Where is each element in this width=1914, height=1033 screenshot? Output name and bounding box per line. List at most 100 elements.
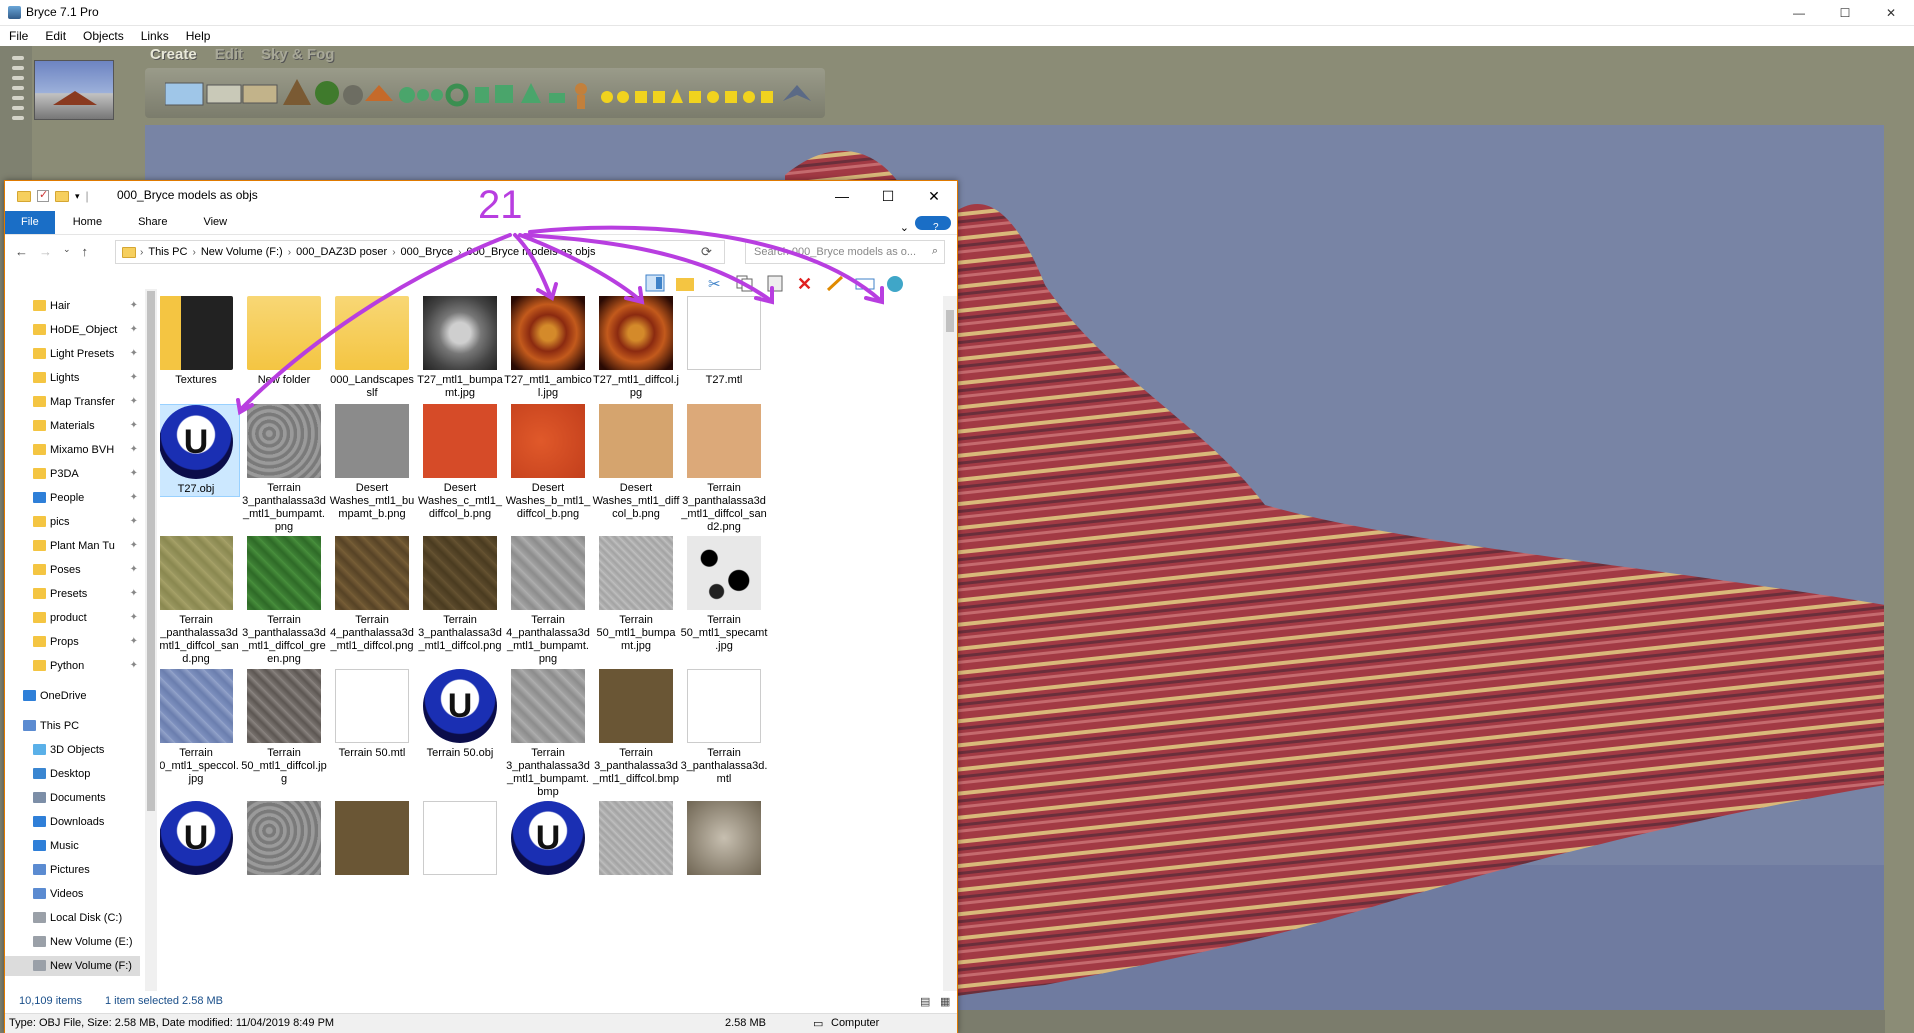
menu-help[interactable]: Help	[177, 26, 219, 46]
address-bar[interactable]: › This PC › New Volume (F:) › 000_DAZ3D …	[115, 240, 725, 264]
file-item[interactable]: U T27.obj	[160, 404, 240, 497]
nav-item-props[interactable]: Props ✦	[5, 632, 140, 652]
file-item[interactable]: Terrain 3_panthalassa3d_mtl1_diffcol.png	[416, 536, 504, 653]
nav-item-p3da[interactable]: P3DA ✦	[5, 464, 140, 484]
primitive-icons[interactable]	[165, 71, 815, 115]
nav-item-new-volume-e-[interactable]: New Volume (E:)	[5, 932, 140, 952]
tab-edit[interactable]: Edit	[215, 46, 243, 63]
file-item[interactable]: Textures	[160, 296, 240, 387]
file-item[interactable]: New folder	[240, 296, 328, 387]
file-item[interactable]	[328, 801, 416, 879]
file-item[interactable]: T27_mtl1_bumpamt.jpg	[416, 296, 504, 400]
nav-item-map-transfer[interactable]: Map Transfer ✦	[5, 392, 140, 412]
file-item[interactable]: Desert Washes_b_mtl1_diffcol_b.png	[504, 404, 592, 521]
nav-item-hode-object[interactable]: HoDE_Object ✦	[5, 320, 140, 340]
file-item[interactable]: U	[504, 801, 592, 879]
properties-icon[interactable]	[37, 188, 49, 202]
file-item[interactable]: 000_Landscapes slf	[328, 296, 416, 400]
nav-item-python[interactable]: Python ✦	[5, 656, 140, 676]
toolbar-grip[interactable]	[12, 96, 24, 100]
file-item[interactable]	[416, 801, 504, 879]
file-item[interactable]	[680, 801, 768, 879]
file-item[interactable]: Desert Washes_mtl1_bumpamt_b.png	[328, 404, 416, 521]
pin-icon[interactable]: ✦	[130, 536, 138, 556]
nav-item-people[interactable]: People ✦	[5, 488, 140, 508]
content-scrollbar[interactable]	[943, 296, 957, 1006]
explorer-maximize-button[interactable]: ☐	[865, 181, 911, 211]
pin-icon[interactable]: ✦	[130, 416, 138, 436]
minimize-button[interactable]: —	[1776, 0, 1822, 26]
file-item[interactable]: Terrain 50_mtl1_bumpamt.jpg	[592, 536, 680, 653]
nav-item-new-volume-f-[interactable]: New Volume (F:)	[5, 956, 140, 976]
nav-item-videos[interactable]: Videos	[5, 884, 140, 904]
paste-icon[interactable]	[765, 274, 785, 292]
menu-file[interactable]: File	[0, 26, 36, 46]
preview-pane-icon[interactable]	[645, 274, 665, 292]
nav-item-lights[interactable]: Lights ✦	[5, 368, 140, 388]
file-item[interactable]: Terrain 3_panthalassa3d_mtl1_diffcol_san…	[160, 536, 240, 666]
tab-create[interactable]: Create	[150, 46, 197, 63]
chevron-down-icon[interactable]: ▾	[75, 191, 80, 202]
toolbar-grip[interactable]	[12, 106, 24, 110]
nav-scrollbar[interactable]	[145, 289, 157, 1009]
nav-item-mixamo-bvh[interactable]: Mixamo BVH ✦	[5, 440, 140, 460]
nav-item-product[interactable]: product ✦	[5, 608, 140, 628]
pin-icon[interactable]: ✦	[130, 344, 138, 364]
toolbar-grip[interactable]	[12, 56, 24, 60]
tab-sky-fog[interactable]: Sky & Fog	[261, 46, 334, 63]
pin-icon[interactable]: ✦	[130, 464, 138, 484]
file-item[interactable]: U Terrain 50.obj	[416, 669, 504, 760]
file-item[interactable]: U	[160, 801, 240, 879]
menu-links[interactable]: Links	[132, 26, 177, 46]
maximize-button[interactable]: ☐	[1822, 0, 1868, 26]
menu-edit[interactable]: Edit	[36, 26, 74, 46]
pin-icon[interactable]: ✦	[130, 512, 138, 532]
forward-arrow-icon[interactable]: →	[39, 244, 52, 259]
file-item[interactable]: Terrain 3_panthalassa3d_mtl1_diffcol_gre…	[240, 536, 328, 666]
pin-icon[interactable]: ✦	[130, 584, 138, 604]
ribbon-tab-view[interactable]: View	[185, 211, 245, 234]
file-item[interactable]: T27_mtl1_diffcol.jpg	[592, 296, 680, 400]
new-folder-icon[interactable]	[675, 274, 695, 292]
file-item[interactable]: Terrain 50.mtl	[328, 669, 416, 760]
file-item[interactable]	[240, 801, 328, 879]
details-view-icon[interactable]: ▤	[920, 995, 930, 1008]
pin-icon[interactable]: ✦	[130, 440, 138, 460]
nav-item-documents[interactable]: Documents	[5, 788, 140, 808]
pin-icon[interactable]: ✦	[130, 368, 138, 388]
copy-icon[interactable]	[735, 274, 755, 292]
large-icons-view-icon[interactable]: ▦	[940, 995, 950, 1008]
pin-icon[interactable]: ✦	[130, 320, 138, 340]
nav-item-poses[interactable]: Poses ✦	[5, 560, 140, 580]
ribbon-tab-home[interactable]: Home	[55, 211, 120, 234]
file-item[interactable]: Terrain 50_mtl1_specamt.jpg	[680, 536, 768, 653]
search-input[interactable]: Search 000_Bryce models as o... ⌕	[745, 240, 945, 264]
toolbar-grip[interactable]	[12, 116, 24, 120]
close-button[interactable]: ✕	[1868, 0, 1914, 26]
refresh-icon[interactable]: ⟳	[701, 244, 712, 260]
nav-item-presets[interactable]: Presets ✦	[5, 584, 140, 604]
toolbar-grip[interactable]	[12, 86, 24, 90]
breadcrumb-volume-f[interactable]: New Volume (F:)	[196, 246, 288, 258]
up-arrow-icon[interactable]: ↑	[82, 244, 89, 259]
nav-item-3d-objects[interactable]: 3D Objects	[5, 740, 140, 760]
file-item[interactable]: Desert Washes_mtl1_diffcol_b.png	[592, 404, 680, 521]
pin-icon[interactable]: ✦	[130, 656, 138, 676]
nano-preview-window[interactable]	[34, 60, 114, 120]
explorer-minimize-button[interactable]: —	[819, 181, 865, 211]
file-item[interactable]: Terrain 4_panthalassa3d_mtl1_bumpamt.png	[504, 536, 592, 666]
file-item[interactable]: Terrain 3_panthalassa3d_mtl1_diffcol.bmp	[592, 669, 680, 786]
nav-item-local-disk-c-[interactable]: Local Disk (C:)	[5, 908, 140, 928]
breadcrumb-daz3d-poser[interactable]: 000_DAZ3D poser	[291, 246, 392, 258]
file-item[interactable]: T27_mtl1_ambicol.jpg	[504, 296, 592, 400]
ribbon-tab-share[interactable]: Share	[120, 211, 185, 234]
file-item[interactable]: Terrain 3_panthalassa3d_mtl1_diffcol_san…	[680, 404, 768, 534]
file-item[interactable]: Terrain 3_panthalassa3d_mtl1_bumpamt.png	[240, 404, 328, 534]
nav-item-light-presets[interactable]: Light Presets ✦	[5, 344, 140, 364]
nav-item-this-pc[interactable]: This PC	[5, 716, 140, 736]
globe-icon[interactable]	[885, 274, 905, 292]
ribbon-tab-file[interactable]: File	[5, 211, 55, 234]
file-item[interactable]	[592, 801, 680, 879]
nav-item-downloads[interactable]: Downloads	[5, 812, 140, 832]
pin-icon[interactable]: ✦	[130, 632, 138, 652]
